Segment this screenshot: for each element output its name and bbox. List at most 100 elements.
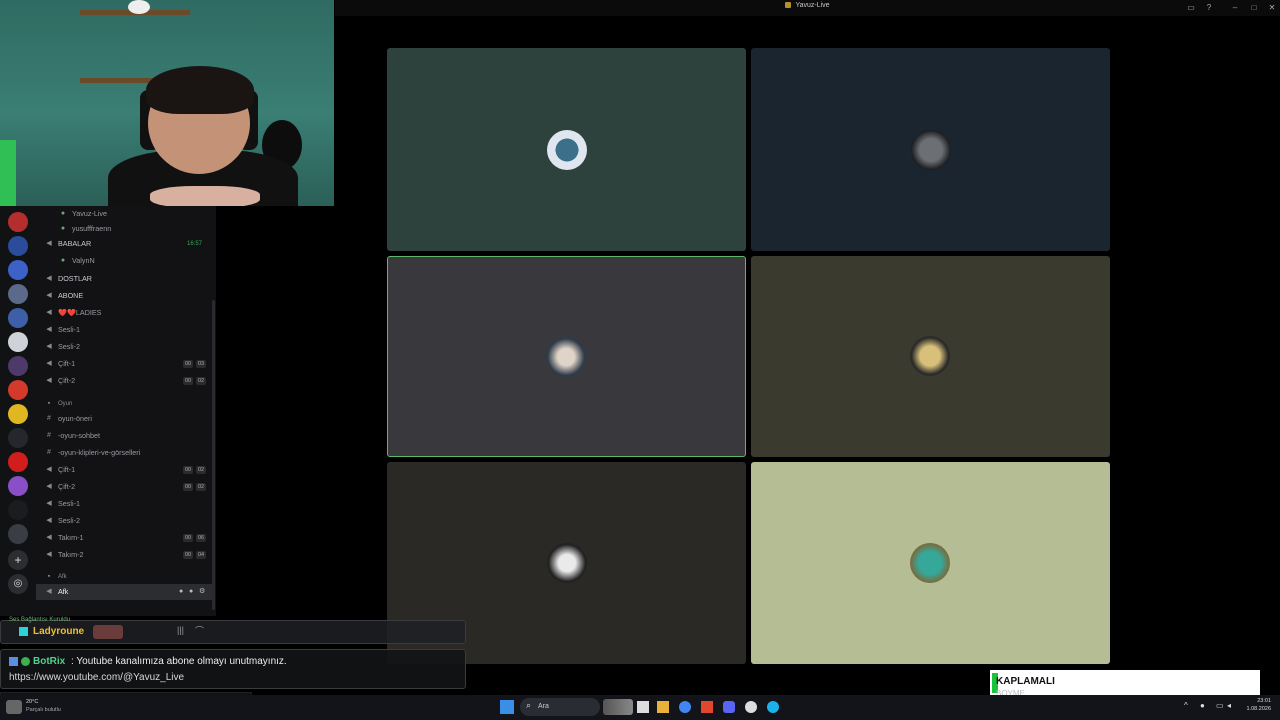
server-icon[interactable] bbox=[8, 524, 28, 544]
server-icon[interactable] bbox=[8, 212, 28, 232]
category-icon: ▪ bbox=[47, 573, 51, 580]
file-explorer-icon[interactable] bbox=[657, 701, 669, 713]
add-user-icon[interactable]: ● bbox=[189, 584, 193, 600]
channel-item[interactable]: ◀ Çift-2 00 02 bbox=[36, 373, 212, 389]
minimize-button[interactable]: – bbox=[1230, 3, 1240, 13]
clock-time: 23:01 bbox=[1257, 698, 1271, 704]
avatar bbox=[911, 130, 951, 170]
discover-icon[interactable]: ◎ bbox=[8, 574, 28, 594]
video-tile[interactable] bbox=[751, 48, 1110, 251]
server-icon[interactable] bbox=[8, 308, 28, 328]
user-limit-badge: 03 bbox=[196, 360, 207, 368]
obs-icon[interactable] bbox=[745, 701, 757, 713]
search-box[interactable]: ⌕ Ara bbox=[520, 698, 600, 716]
server-icon[interactable] bbox=[8, 476, 28, 496]
speaker-icon: ◀ bbox=[46, 240, 52, 247]
channel-item[interactable]: ◀ ❤️❤️LADIES bbox=[36, 305, 212, 321]
category-icon: ▪ bbox=[47, 400, 51, 407]
channel-item[interactable]: ◀ Sesli-2 bbox=[36, 513, 212, 529]
speaker-icon: ◀ bbox=[46, 551, 52, 558]
voice-user[interactable]: ● yusufffraenn bbox=[36, 221, 212, 237]
weather-desc: Parçalı bulutlu bbox=[26, 707, 61, 713]
server-icon[interactable] bbox=[8, 452, 28, 472]
server-icon[interactable] bbox=[8, 380, 28, 400]
channel-item[interactable]: ◀ Takım-1 00 06 bbox=[36, 530, 212, 546]
title-bar: Yavuz-Live ▭ ? – □ ✕ bbox=[335, 0, 1280, 16]
channel-item[interactable]: ◀ Sesli-2 bbox=[36, 339, 212, 355]
channel-item[interactable]: ◀ Çift-2 00 02 bbox=[36, 479, 212, 495]
server-icon[interactable] bbox=[8, 236, 28, 256]
channel-item[interactable]: ◀ DOSTLAR bbox=[36, 271, 212, 287]
chat-message-text: Youtube kanalımıza abone olmayı unutmayı… bbox=[76, 656, 287, 667]
close-button[interactable]: ✕ bbox=[1267, 3, 1277, 13]
user-limit-badge: 02 bbox=[196, 483, 207, 491]
gear-icon[interactable]: ⚙ bbox=[199, 584, 205, 600]
chat-link[interactable]: https://www.youtube.com/@Yavuz_Live bbox=[9, 672, 184, 683]
server-icon[interactable] bbox=[8, 284, 28, 304]
server-icon[interactable] bbox=[8, 500, 28, 520]
maximize-button[interactable]: □ bbox=[1249, 3, 1259, 13]
chevron-up-icon[interactable]: ^ bbox=[1184, 701, 1188, 710]
voice-user[interactable]: ● ValynN bbox=[36, 253, 212, 269]
add-server-icon[interactable]: + bbox=[8, 550, 28, 570]
user-limit-badge: 04 bbox=[196, 551, 207, 559]
channel-label: ❤️❤️LADIES bbox=[58, 308, 102, 317]
video-tile[interactable] bbox=[751, 256, 1110, 457]
voice-user[interactable]: ● Yavuz-Live bbox=[36, 206, 212, 222]
inbox-icon[interactable]: ▭ bbox=[1186, 3, 1196, 13]
task-view-icon[interactable] bbox=[637, 701, 649, 713]
discord-icon[interactable] bbox=[723, 701, 735, 713]
channel-label: DOSTLAR bbox=[58, 274, 92, 283]
hash-icon: # bbox=[47, 449, 51, 456]
mic-icon[interactable]: ● bbox=[1200, 701, 1205, 710]
channel-item[interactable]: ◀ Sesli-1 bbox=[36, 496, 212, 512]
soundwave-icon[interactable]: ||| bbox=[177, 625, 184, 635]
server-icon[interactable] bbox=[8, 260, 28, 280]
channel-list: ● Yavuz-Live ● yusufffraenn ◀ BABALAR 16:57 ● Va… bbox=[36, 206, 216, 616]
chrome-icon[interactable] bbox=[679, 701, 691, 713]
channel-item[interactable]: ◀ ABONE bbox=[36, 288, 212, 304]
user-count-badge: 00 bbox=[183, 466, 194, 474]
video-tile[interactable] bbox=[751, 462, 1110, 664]
channel-item[interactable]: ◀ Afk ● ● ⚙ bbox=[36, 584, 212, 600]
disconnect-icon[interactable]: ⌒ bbox=[195, 624, 204, 637]
category-label: Oyun bbox=[58, 401, 73, 407]
avatar bbox=[546, 337, 586, 377]
speaker-icon: ◀ bbox=[46, 500, 52, 507]
server-icon[interactable] bbox=[8, 404, 28, 424]
scrollbar[interactable] bbox=[212, 300, 215, 610]
user-count-badge: 00 bbox=[183, 483, 194, 491]
weather-icon[interactable] bbox=[6, 700, 22, 714]
channel-label: Çift-1 bbox=[58, 359, 76, 368]
channel-label: Takım-1 bbox=[58, 533, 84, 542]
channel-item[interactable]: # oyun-öneri bbox=[36, 411, 212, 427]
category-header[interactable]: ▪ Oyun bbox=[36, 396, 212, 412]
avatar-icon: ● bbox=[60, 257, 66, 264]
help-icon[interactable]: ? bbox=[1204, 3, 1214, 13]
speaker-icon: ◀ bbox=[46, 517, 52, 524]
video-tile-speaking[interactable] bbox=[387, 256, 746, 457]
channel-label: ValynN bbox=[72, 256, 95, 265]
channel-item[interactable]: ◀ Sesli-1 bbox=[36, 322, 212, 338]
channel-label: Sesli-2 bbox=[58, 342, 80, 351]
channel-item[interactable]: ◀ Çift-1 00 03 bbox=[36, 356, 212, 372]
chat-icon[interactable]: ● bbox=[179, 584, 183, 600]
channel-item[interactable]: ◀ Takım-2 00 04 bbox=[36, 547, 212, 563]
edge-icon[interactable] bbox=[767, 701, 779, 713]
server-icon[interactable] bbox=[8, 356, 28, 376]
speaker-icon: ◀ bbox=[46, 483, 52, 490]
widget-icon[interactable] bbox=[603, 699, 633, 715]
start-icon[interactable] bbox=[500, 700, 514, 714]
channel-item[interactable]: # -oyun-sohbet bbox=[36, 428, 212, 444]
channel-item[interactable]: ◀ BABALAR 16:57 bbox=[36, 236, 212, 252]
video-tile[interactable] bbox=[387, 48, 746, 251]
category-header[interactable]: ▪ Afk bbox=[36, 569, 212, 585]
server-icon[interactable] bbox=[8, 332, 28, 352]
channel-item[interactable]: ◀ Çift-1 00 02 bbox=[36, 462, 212, 478]
server-icon[interactable] bbox=[8, 428, 28, 448]
network-icon[interactable]: ▭ bbox=[1216, 701, 1224, 710]
brave-icon[interactable] bbox=[701, 701, 713, 713]
channel-item[interactable]: # -oyun-klipleri-ve-görselleri bbox=[36, 445, 212, 461]
avatar-icon: ● bbox=[60, 210, 66, 217]
volume-icon[interactable]: ◂ bbox=[1227, 701, 1231, 710]
